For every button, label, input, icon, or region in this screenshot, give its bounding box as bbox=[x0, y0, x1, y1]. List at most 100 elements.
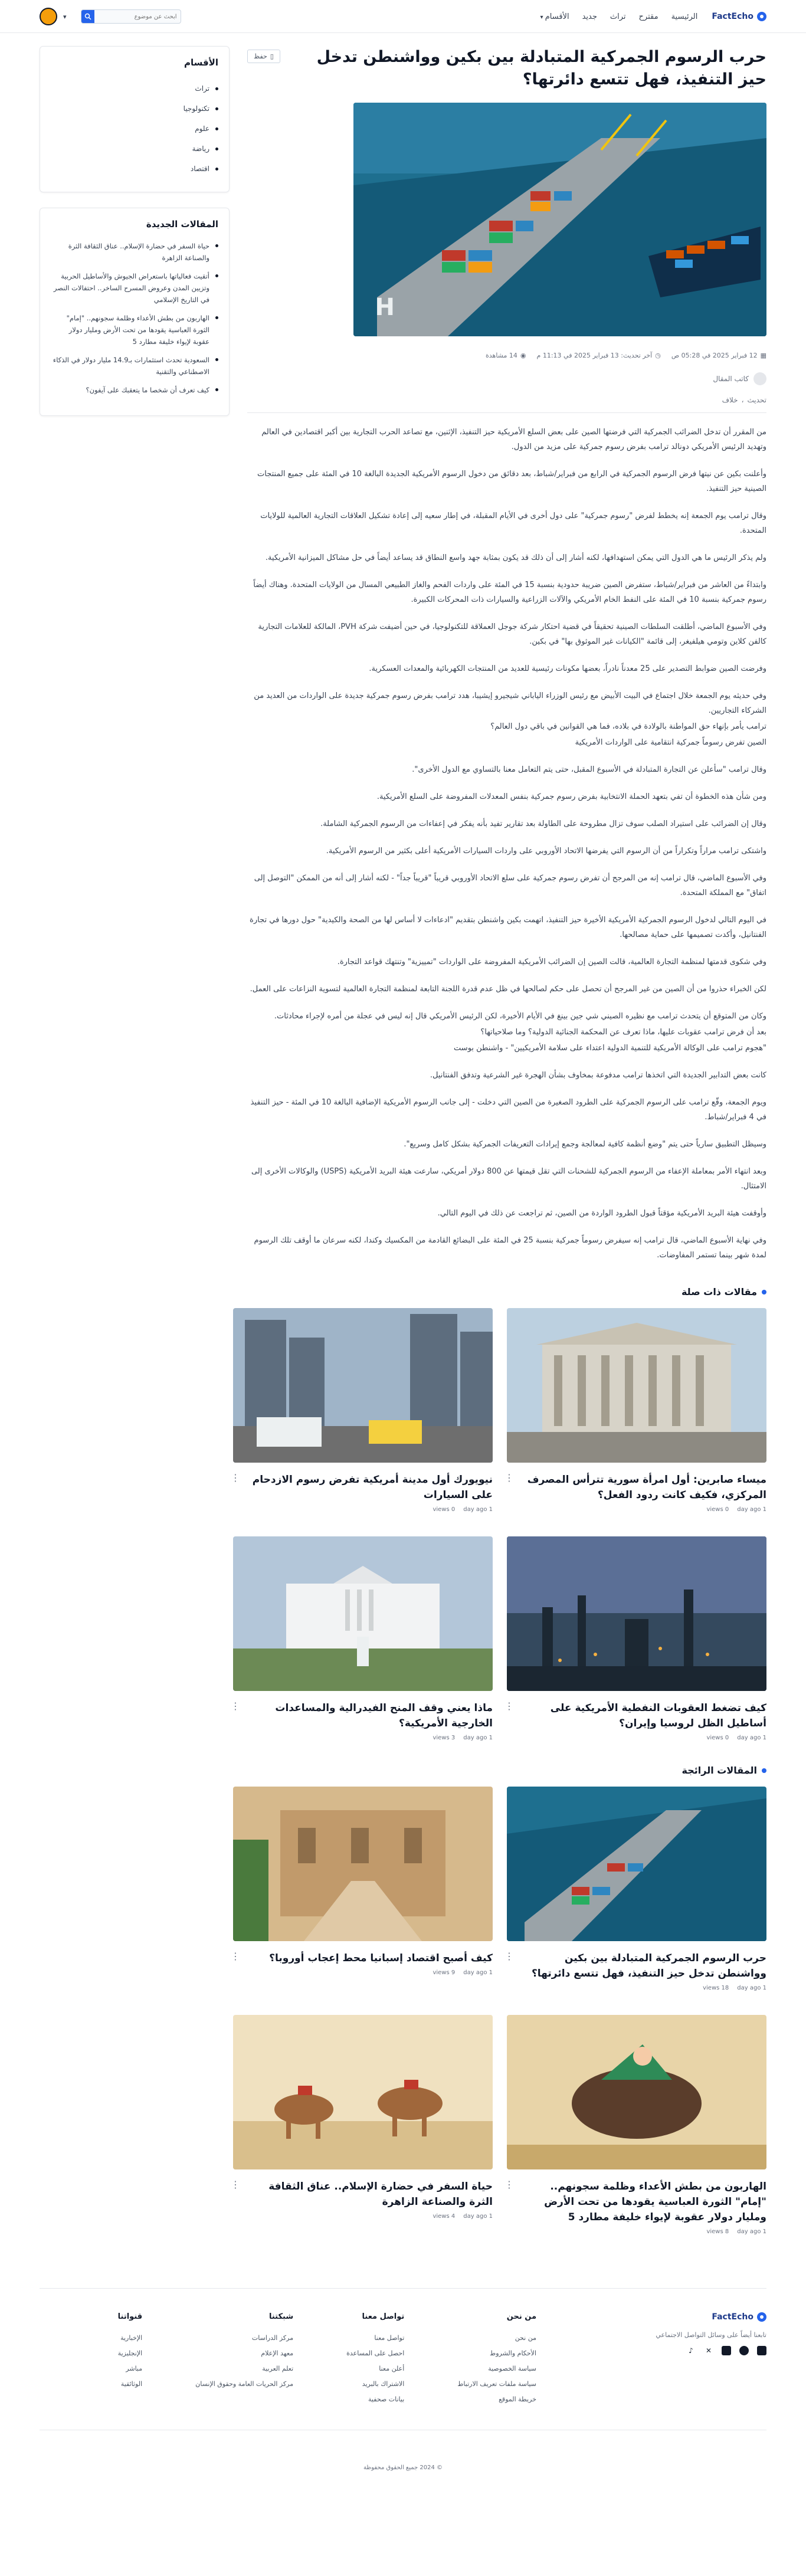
article-card[interactable]: ميساء صابرين: أول امرأة سورية تترأس المص… bbox=[504, 1308, 766, 1513]
author-row[interactable]: كاتب المقال bbox=[247, 372, 766, 385]
footer-link[interactable]: احصل على المساعدة bbox=[346, 2346, 404, 2361]
article-card[interactable]: كيف أصبح اقتصاد إسبانيا محط إعجاب أوروبا… bbox=[231, 1787, 493, 1991]
footer-column-title: من نحن bbox=[506, 2312, 536, 2321]
facebook-icon[interactable] bbox=[739, 2346, 749, 2355]
bullet-icon bbox=[762, 1768, 766, 1773]
category-item[interactable]: تكنولوجيا bbox=[51, 99, 218, 119]
footer-link[interactable]: سياسة ملفات تعريف الارتباط bbox=[457, 2377, 536, 2392]
article-paragraph: وأوقفت هيئة البريد الأمريكية مؤقتاً قبول… bbox=[437, 1209, 766, 1218]
card-image[interactable] bbox=[507, 1308, 766, 1463]
related-link[interactable]: ترامب يأمر بإنهاء حق المواطنة بالولادة ف… bbox=[247, 719, 766, 734]
main-nav: الرئيسية مقترح تراث جديد الأقسام bbox=[540, 12, 698, 21]
save-label: حفظ bbox=[254, 53, 267, 60]
recent-post-link[interactable]: السعودية تحدث استثمارات بـ14.9 مليار دول… bbox=[51, 354, 218, 378]
related-grid: ميساء صابرين: أول امرأة سورية تترأس المص… bbox=[231, 1308, 766, 1741]
footer-link[interactable]: الاشتراك بالبريد bbox=[346, 2377, 405, 2392]
more-options-icon[interactable]: ⋮ bbox=[231, 1700, 240, 1712]
x-icon[interactable]: ✕ bbox=[704, 2346, 713, 2355]
category-item[interactable]: رياضة bbox=[51, 139, 218, 159]
more-options-icon[interactable]: ⋮ bbox=[231, 2179, 240, 2190]
footer-link[interactable]: مركز الدراسات bbox=[195, 2331, 293, 2346]
footer-link[interactable]: معهد الإعلام bbox=[195, 2346, 293, 2361]
footer-link[interactable]: تعلم العربية bbox=[195, 2361, 293, 2377]
footer-link[interactable]: خريطة الموقع bbox=[457, 2392, 536, 2407]
recent-post-link[interactable]: أتقيت فعالياتها باستعراض الجيوش والأساطي… bbox=[51, 270, 218, 306]
trending-grid: حرب الرسوم الجمركية المتبادلة بين بكين و… bbox=[231, 1787, 766, 2235]
article-paragraph: ويوم الجمعة، وقّع ترامب على الرسوم الجمر… bbox=[250, 1098, 766, 1122]
article-paragraph: وقال ترامب "سأعلن عن التجارة المتبادلة ف… bbox=[412, 765, 766, 774]
more-options-icon[interactable]: ⋮ bbox=[504, 1700, 514, 1712]
user-avatar[interactable] bbox=[40, 8, 57, 25]
save-button[interactable]: ▯ حفظ bbox=[247, 50, 280, 63]
footer-link[interactable]: أعلن معنا bbox=[346, 2361, 404, 2377]
footer-link[interactable]: بيانات صحفية bbox=[346, 2392, 404, 2407]
article-card[interactable]: ماذا يعني وقف المنح الفيدرالية والمساعدا… bbox=[231, 1536, 493, 1741]
card-image[interactable] bbox=[233, 2015, 493, 2169]
card-title[interactable]: كيف أصبح اقتصاد إسبانيا محط إعجاب أوروبا… bbox=[246, 1951, 493, 1966]
footer-link[interactable]: مباشر bbox=[118, 2361, 142, 2377]
publish-date-text: 12 فبراير 2025 في 05:28 ص bbox=[671, 352, 758, 359]
footer-link[interactable]: الإخبارية bbox=[118, 2331, 142, 2346]
related-link[interactable]: "هجوم ترامب على الوكالة الأمريكية للتنمي… bbox=[247, 1041, 766, 1056]
more-options-icon[interactable]: ⋮ bbox=[504, 1472, 514, 1483]
article-card[interactable]: نيويورك أول مدينة أمريكية تفرض رسوم الاز… bbox=[231, 1308, 493, 1513]
footer-logo[interactable]: FactEcho bbox=[589, 2312, 766, 2322]
tag-item[interactable]: خلاف bbox=[722, 396, 738, 404]
article-paragraph: وقال ترامب يوم الجمعة إنه يخطط لفرض "رسو… bbox=[260, 512, 766, 535]
search-button[interactable] bbox=[81, 10, 94, 23]
logo-text: FactEcho bbox=[712, 12, 753, 21]
recent-post-link[interactable]: كيف تعرف أن شخصا ما يتعقبك على آيفون؟ bbox=[51, 384, 218, 396]
card-title[interactable]: كيف تضغط العقوبات النفطية الأمريكية على … bbox=[520, 1700, 766, 1731]
category-item[interactable]: اقتصاد bbox=[51, 159, 218, 179]
card-image[interactable] bbox=[233, 1536, 493, 1691]
card-image[interactable] bbox=[507, 1787, 766, 1941]
nav-item-sections[interactable]: الأقسام bbox=[540, 12, 569, 21]
related-link[interactable]: الصين تفرض رسوماً جمركية انتقامية على ال… bbox=[247, 735, 766, 750]
card-title[interactable]: ماذا يعني وقف المنح الفيدرالية والمساعدا… bbox=[246, 1700, 493, 1731]
card-date: 1 day ago bbox=[463, 2213, 493, 2220]
nav-item-heritage[interactable]: تراث bbox=[610, 12, 626, 21]
category-item[interactable]: تراث bbox=[51, 78, 218, 99]
more-options-icon[interactable]: ⋮ bbox=[504, 1951, 514, 1962]
menu-chevron-icon[interactable]: ▾ bbox=[63, 13, 67, 21]
search-input[interactable] bbox=[94, 10, 181, 23]
tag-item[interactable]: تحديث bbox=[747, 396, 766, 404]
card-image[interactable] bbox=[233, 1308, 493, 1463]
article-paragraph: وأعلنت بكين عن نيتها فرض الرسوم الجمركية… bbox=[257, 470, 766, 493]
recent-post-link[interactable]: الهاربون من بطش الأعداء وظلمة سجونهم.. "… bbox=[51, 312, 218, 348]
category-item[interactable]: علوم bbox=[51, 119, 218, 139]
card-title[interactable]: حرب الرسوم الجمركية المتبادلة بين بكين و… bbox=[520, 1951, 766, 1981]
card-title[interactable]: حياة السفر في حضارة الإسلام.. عناق الثقا… bbox=[246, 2179, 493, 2210]
footer-link[interactable]: تواصل معنا bbox=[346, 2331, 404, 2346]
footer-link[interactable]: الأحكام والشروط bbox=[457, 2346, 536, 2361]
card-title[interactable]: نيويورك أول مدينة أمريكية تفرض رسوم الاز… bbox=[246, 1472, 493, 1503]
more-options-icon[interactable]: ⋮ bbox=[231, 1472, 240, 1483]
site-logo[interactable]: FactEcho bbox=[712, 12, 766, 21]
more-options-icon[interactable]: ⋮ bbox=[231, 1951, 240, 1962]
youtube-icon[interactable] bbox=[757, 2346, 766, 2355]
footer-link[interactable]: من نحن bbox=[457, 2331, 536, 2346]
more-options-icon[interactable]: ⋮ bbox=[504, 2179, 514, 2190]
article-paragraph: لكن الخبراء حذروا من أن الصين من غير الم… bbox=[250, 985, 766, 994]
article-card[interactable]: الهاربون من بطش الأعداء وظلمة سجونهم.. "… bbox=[504, 2015, 766, 2235]
footer-column-contact: تواصل معنا تواصل معنا احصل على المساعدة … bbox=[346, 2312, 404, 2407]
card-image[interactable] bbox=[507, 1536, 766, 1691]
card-title[interactable]: ميساء صابرين: أول امرأة سورية تترأس المص… bbox=[520, 1472, 766, 1503]
nav-item-home[interactable]: الرئيسية bbox=[671, 12, 698, 21]
card-image[interactable] bbox=[233, 1787, 493, 1941]
nav-item-new[interactable]: جديد bbox=[582, 12, 597, 21]
card-image[interactable] bbox=[507, 2015, 766, 2169]
instagram-icon[interactable] bbox=[722, 2346, 731, 2355]
footer-link[interactable]: الوثائقية bbox=[118, 2377, 142, 2392]
footer-link[interactable]: الإنجليزية bbox=[118, 2346, 142, 2361]
related-link[interactable]: بعد أن فرض ترامب عقوبات عليها، ماذا تعرف… bbox=[247, 1025, 766, 1040]
recent-post-link[interactable]: حياة السفر في حضارة الإسلام.. عناق الثقا… bbox=[51, 240, 218, 264]
tiktok-icon[interactable]: ♪ bbox=[686, 2346, 696, 2355]
article-card[interactable]: حياة السفر في حضارة الإسلام.. عناق الثقا… bbox=[231, 2015, 493, 2235]
nav-item-suggested[interactable]: مقترح bbox=[639, 12, 658, 21]
footer-link[interactable]: سياسة الخصوصية bbox=[457, 2361, 536, 2377]
article-card[interactable]: كيف تضغط العقوبات النفطية الأمريكية على … bbox=[504, 1536, 766, 1741]
card-title[interactable]: الهاربون من بطش الأعداء وظلمة سجونهم.. "… bbox=[520, 2179, 766, 2225]
footer-link[interactable]: مركز الحريات العامة وحقوق الإنسان bbox=[195, 2377, 293, 2392]
article-card[interactable]: حرب الرسوم الجمركية المتبادلة بين بكين و… bbox=[504, 1787, 766, 1991]
